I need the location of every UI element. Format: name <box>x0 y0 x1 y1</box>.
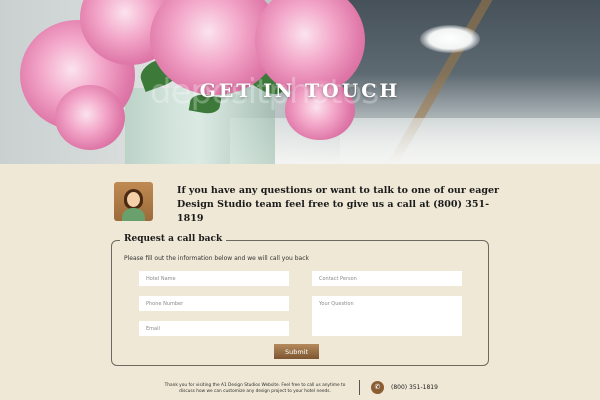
email-input[interactable] <box>139 321 289 336</box>
footer-phone-number: (800) 351-1819 <box>391 384 438 391</box>
submit-button[interactable]: Submit <box>274 344 319 359</box>
footer-text: Thank you for visiting the A1 Design Stu… <box>164 383 346 394</box>
hotel-name-input[interactable] <box>139 271 289 286</box>
form-instructions: Please fill out the information below an… <box>124 255 309 262</box>
avatar-body <box>122 208 145 221</box>
footer-divider <box>359 380 360 395</box>
avatar-face <box>127 192 140 207</box>
phone-number-input[interactable] <box>139 296 289 311</box>
hero-background-floor <box>230 118 600 164</box>
page-title: GET IN TOUCH <box>199 80 401 102</box>
support-agent-avatar <box>114 182 153 221</box>
hero-background-lamp <box>420 25 480 53</box>
your-question-textarea[interactable] <box>312 296 462 336</box>
form-legend: Request a call back <box>120 234 227 244</box>
phone-icon: ✆ <box>371 381 384 394</box>
contact-person-input[interactable] <box>312 271 462 286</box>
intro-text: If you have any questions or want to tal… <box>177 185 500 224</box>
hero-banner: depositphotos GET IN TOUCH <box>0 0 600 164</box>
